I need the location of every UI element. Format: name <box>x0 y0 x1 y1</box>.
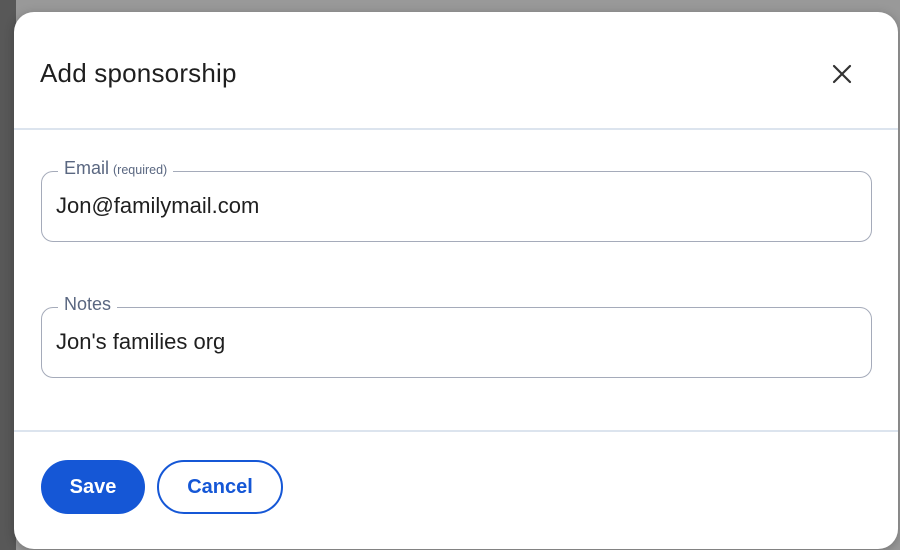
email-required-hint: (required) <box>113 163 168 177</box>
save-button[interactable]: Save <box>41 460 145 514</box>
cancel-button[interactable]: Cancel <box>157 460 283 514</box>
notes-input[interactable] <box>56 326 846 358</box>
email-input[interactable] <box>56 190 846 222</box>
dialog-footer: Save Cancel <box>14 430 898 549</box>
notes-field: Notes <box>41 294 872 378</box>
close-icon <box>832 64 852 84</box>
notes-label: Notes <box>58 294 118 315</box>
dialog-title: Add sponsorship <box>40 58 237 88</box>
email-label: Email (required) <box>58 158 174 179</box>
close-button[interactable] <box>826 58 858 90</box>
email-field: Email (required) <box>41 158 872 242</box>
dialog-header: Add sponsorship <box>14 12 898 130</box>
email-label-text: Email <box>64 158 110 178</box>
add-sponsorship-dialog: Add sponsorship Email(required) Notes Sa… <box>14 12 898 549</box>
